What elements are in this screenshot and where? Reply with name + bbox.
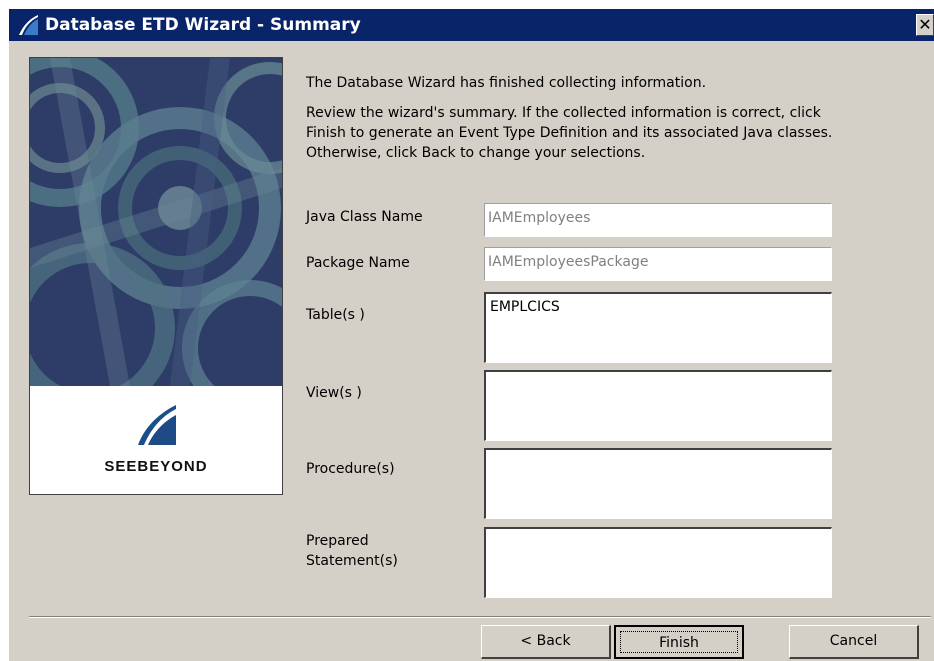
back-button[interactable]: < Back	[481, 625, 611, 659]
summary-instructions: Review the wizard's summary. If the coll…	[306, 105, 833, 161]
prepared-statements-label-line2: Statement(s)	[306, 553, 398, 569]
finish-button-label: Finish	[659, 635, 699, 651]
finish-button-focus: Finish	[620, 631, 738, 653]
views-label: View(s )	[306, 385, 362, 401]
package-name-label: Package Name	[306, 255, 410, 271]
java-class-name-field[interactable]: IAMEmployees	[483, 202, 833, 238]
finish-button[interactable]: Finish	[614, 625, 744, 659]
java-class-name-label: Java Class Name	[306, 209, 423, 225]
brand-name: SEEBEYOND	[104, 458, 208, 475]
seebeyond-logo-icon	[138, 405, 176, 445]
table-item[interactable]: EMPLCICS	[490, 299, 560, 315]
package-name-field[interactable]: IAMEmployeesPackage	[483, 246, 833, 282]
package-name-value: IAMEmployeesPackage	[488, 254, 649, 270]
gears-artwork	[30, 58, 282, 386]
wizard-splash-panel: SEEBEYOND	[29, 57, 283, 495]
title-bar[interactable]: Database ETD Wizard - Summary ✕	[9, 9, 934, 41]
cancel-button-label: Cancel	[829, 633, 878, 649]
prepared-statements-list[interactable]	[484, 527, 832, 598]
summary-intro: The Database Wizard has finished collect…	[306, 75, 707, 91]
wizard-window: Database ETD Wizard - Summary ✕ SEEBEYON…	[8, 8, 934, 661]
procedures-list[interactable]	[484, 448, 832, 519]
button-separator	[29, 616, 931, 618]
procedures-label: Procedure(s)	[306, 461, 395, 477]
seebeyond-logo-icon	[19, 15, 38, 35]
window-title: Database ETD Wizard - Summary	[45, 15, 361, 35]
prepared-statements-label-line1: Prepared	[306, 533, 369, 549]
tables-label: Table(s )	[306, 307, 365, 323]
close-icon: ✕	[918, 15, 932, 34]
tables-list[interactable]: EMPLCICS	[484, 292, 832, 363]
close-button[interactable]: ✕	[916, 14, 934, 36]
java-class-name-value: IAMEmployees	[488, 210, 591, 226]
cancel-button[interactable]: Cancel	[789, 625, 919, 659]
views-list[interactable]	[484, 370, 832, 441]
back-button-label: < Back	[520, 633, 571, 649]
